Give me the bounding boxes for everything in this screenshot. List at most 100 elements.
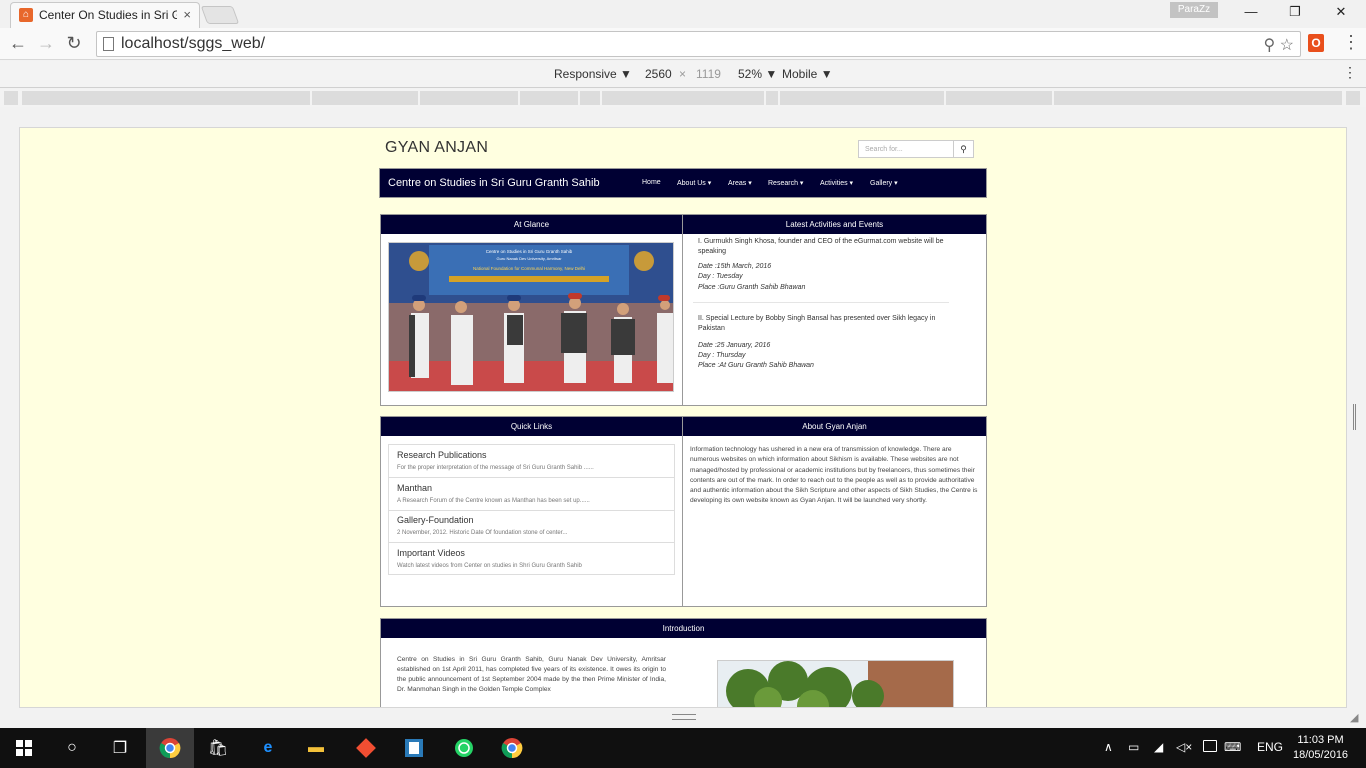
keyboard-icon[interactable]: ⌨	[1224, 740, 1241, 754]
zoom-select[interactable]: 52% ▼	[738, 67, 777, 81]
nav-home[interactable]: Home	[642, 179, 661, 186]
nav-areas[interactable]: Areas ▾	[728, 179, 752, 187]
reload-icon[interactable]: ↻	[64, 33, 84, 54]
latest-activities-panel: Latest Activities and Events I. Gurmukh …	[682, 214, 987, 406]
event-photo-graphic: Centre on Studies in Sri Guru Granth Sah…	[389, 243, 673, 391]
quick-link-gallery-foundation[interactable]: Gallery-Foundation 2 November, 2012. His…	[389, 510, 674, 543]
times-sign: ×	[679, 67, 687, 81]
media-query-ruler	[0, 89, 1366, 107]
chrome-second-icon[interactable]	[498, 734, 526, 762]
ruler-segment[interactable]	[780, 91, 944, 105]
clock-date: 18/05/2016	[1293, 749, 1349, 761]
mode-select[interactable]: Mobile ▼	[782, 67, 833, 81]
nav-activities[interactable]: Activities ▾	[820, 179, 853, 187]
ruler-segment[interactable]	[520, 91, 578, 105]
banner-line3: National Foundation for Communal Harmony…	[473, 266, 585, 271]
nav-about-us[interactable]: About Us ▾	[677, 179, 711, 187]
ruler-segment[interactable]	[22, 91, 310, 105]
quick-link-important-videos[interactable]: Important Videos Watch latest videos fro…	[389, 543, 674, 576]
chrome-menu-icon[interactable]: ⋮	[1342, 32, 1360, 53]
store-icon[interactable]: 🛍	[204, 734, 232, 762]
ruler-segment[interactable]	[1054, 91, 1342, 105]
browser-tab[interactable]: ⌂ Center On Studies in Sri Guru Granth S…	[10, 2, 200, 28]
width-input[interactable]: 2560	[645, 67, 672, 81]
list-item-title: Important Videos	[397, 548, 465, 558]
task-view-icon[interactable]: ❐	[106, 734, 134, 762]
resize-handle-right[interactable]	[1353, 404, 1356, 430]
introduction-panel: Introduction Centre on Studies in Sri Gu…	[380, 618, 987, 707]
activity-2-date: Date :25 January, 2016	[698, 342, 771, 349]
site-favicon-icon: ⌂	[19, 8, 33, 22]
resize-corner-icon[interactable]: ◢	[1350, 711, 1358, 724]
device-select[interactable]: Responsive ▼	[554, 67, 632, 81]
bookmark-star-icon[interactable]: ☆	[1280, 37, 1294, 54]
office-extension-icon[interactable]: O	[1308, 34, 1324, 52]
height-input[interactable]: 1119	[696, 67, 721, 81]
tray-chevron-icon[interactable]: ∧	[1104, 740, 1113, 754]
site-brand[interactable]: Centre on Studies in Sri Guru Granth Sah…	[388, 177, 600, 189]
about-panel: About Gyan Anjan Information technology …	[682, 416, 987, 607]
forward-arrow-icon[interactable]: →	[36, 33, 56, 54]
nav-research[interactable]: Research ▾	[768, 179, 803, 187]
clock-time: 11:03 PM	[1297, 734, 1344, 746]
profile-button[interactable]: ParaZz	[1170, 2, 1218, 18]
ruler-segment[interactable]	[1346, 91, 1360, 105]
ruler-segment[interactable]	[602, 91, 764, 105]
panel-heading: Introduction	[381, 619, 986, 638]
panel-heading: At Glance	[381, 215, 682, 234]
chrome-taskbar-icon[interactable]	[146, 728, 194, 768]
volume-icon[interactable]: ◁×	[1176, 740, 1192, 754]
git-icon[interactable]	[352, 734, 380, 762]
ruler-segment[interactable]	[420, 91, 518, 105]
browser-titlebar: ⌂ Center On Studies in Sri Guru Granth S…	[0, 0, 1366, 28]
quick-link-manthan[interactable]: Manthan A Research Forum of the Centre k…	[389, 478, 674, 511]
list-item-desc: For the proper interpretation of the mes…	[397, 465, 594, 471]
ruler-segment[interactable]	[766, 91, 778, 105]
ruler-segment[interactable]	[312, 91, 418, 105]
activity-1-place: Place :Guru Granth Sahib Bhawan	[698, 284, 806, 291]
restore-button[interactable]: ❐	[1272, 4, 1318, 20]
notification-icon[interactable]	[1203, 740, 1217, 752]
minimize-button[interactable]: —	[1228, 4, 1274, 19]
language-indicator[interactable]: ENG	[1257, 740, 1283, 754]
introduction-text: Centre on Studies in Sri Guru Granth Sah…	[397, 656, 666, 693]
activity-1-date: Date :15th March, 2016	[698, 263, 772, 270]
quick-links-list: Research Publications For the proper int…	[388, 444, 675, 575]
quick-link-research-publications[interactable]: Research Publications For the proper int…	[389, 445, 674, 478]
emulated-viewport-area: GYAN ANJAN Search for... ⚲ Centre on Stu…	[0, 107, 1366, 727]
ruler-segment[interactable]	[4, 91, 18, 105]
cortana-search-icon[interactable]: ○	[58, 734, 86, 762]
close-window-button[interactable]: ✕	[1318, 4, 1364, 20]
url-text[interactable]: localhost/sggs_web/	[121, 35, 265, 53]
edge-icon[interactable]: e	[254, 734, 282, 762]
start-windows-icon[interactable]	[10, 734, 38, 762]
wifi-icon[interactable]: ◢	[1154, 740, 1163, 754]
site-title[interactable]: GYAN ANJAN	[385, 139, 488, 157]
emulated-page: GYAN ANJAN Search for... ⚲ Centre on Stu…	[19, 127, 1347, 708]
search-input[interactable]: Search for...	[858, 140, 954, 158]
search-button[interactable]: ⚲	[953, 140, 974, 158]
address-bar[interactable]: localhost/sggs_web/ ⚲ ☆	[96, 31, 1301, 57]
activity-1-title[interactable]: I. Gurmukh Singh Khosa, founder and CEO …	[698, 237, 970, 261]
new-tab-button[interactable]	[200, 6, 240, 24]
ruler-segment[interactable]	[946, 91, 1052, 105]
zoom-bookmark-icons[interactable]: ⚲ ☆	[1263, 35, 1294, 55]
list-item-title: Research Publications	[397, 450, 487, 460]
ruler-segment[interactable]	[580, 91, 600, 105]
activity-2-title[interactable]: II. Special Lecture by Bobby Singh Bansa…	[698, 314, 958, 334]
battery-icon[interactable]: ▭	[1128, 740, 1139, 754]
whatsapp-icon[interactable]	[450, 734, 478, 762]
event-photo[interactable]: Centre on Studies in Sri Guru Granth Sah…	[388, 242, 674, 392]
tab-close-icon[interactable]: ×	[183, 7, 191, 22]
zoom-icon[interactable]: ⚲	[1263, 37, 1275, 54]
app-frame-icon[interactable]	[400, 734, 428, 762]
taskbar-clock[interactable]: 11:03 PM 18/05/2016	[1293, 733, 1348, 763]
file-explorer-icon[interactable]: ▬	[302, 734, 330, 762]
introduction-photo[interactable]	[717, 660, 954, 707]
nav-gallery[interactable]: Gallery ▾	[870, 179, 898, 187]
back-arrow-icon[interactable]: ←	[8, 33, 28, 54]
resize-handle-bottom[interactable]	[672, 714, 696, 720]
introduction-photo-graphic	[718, 661, 953, 707]
device-menu-icon[interactable]: ⋮	[1343, 64, 1357, 81]
activity-2-place: Place :At Guru Granth Sahib Bhawan	[698, 362, 814, 369]
